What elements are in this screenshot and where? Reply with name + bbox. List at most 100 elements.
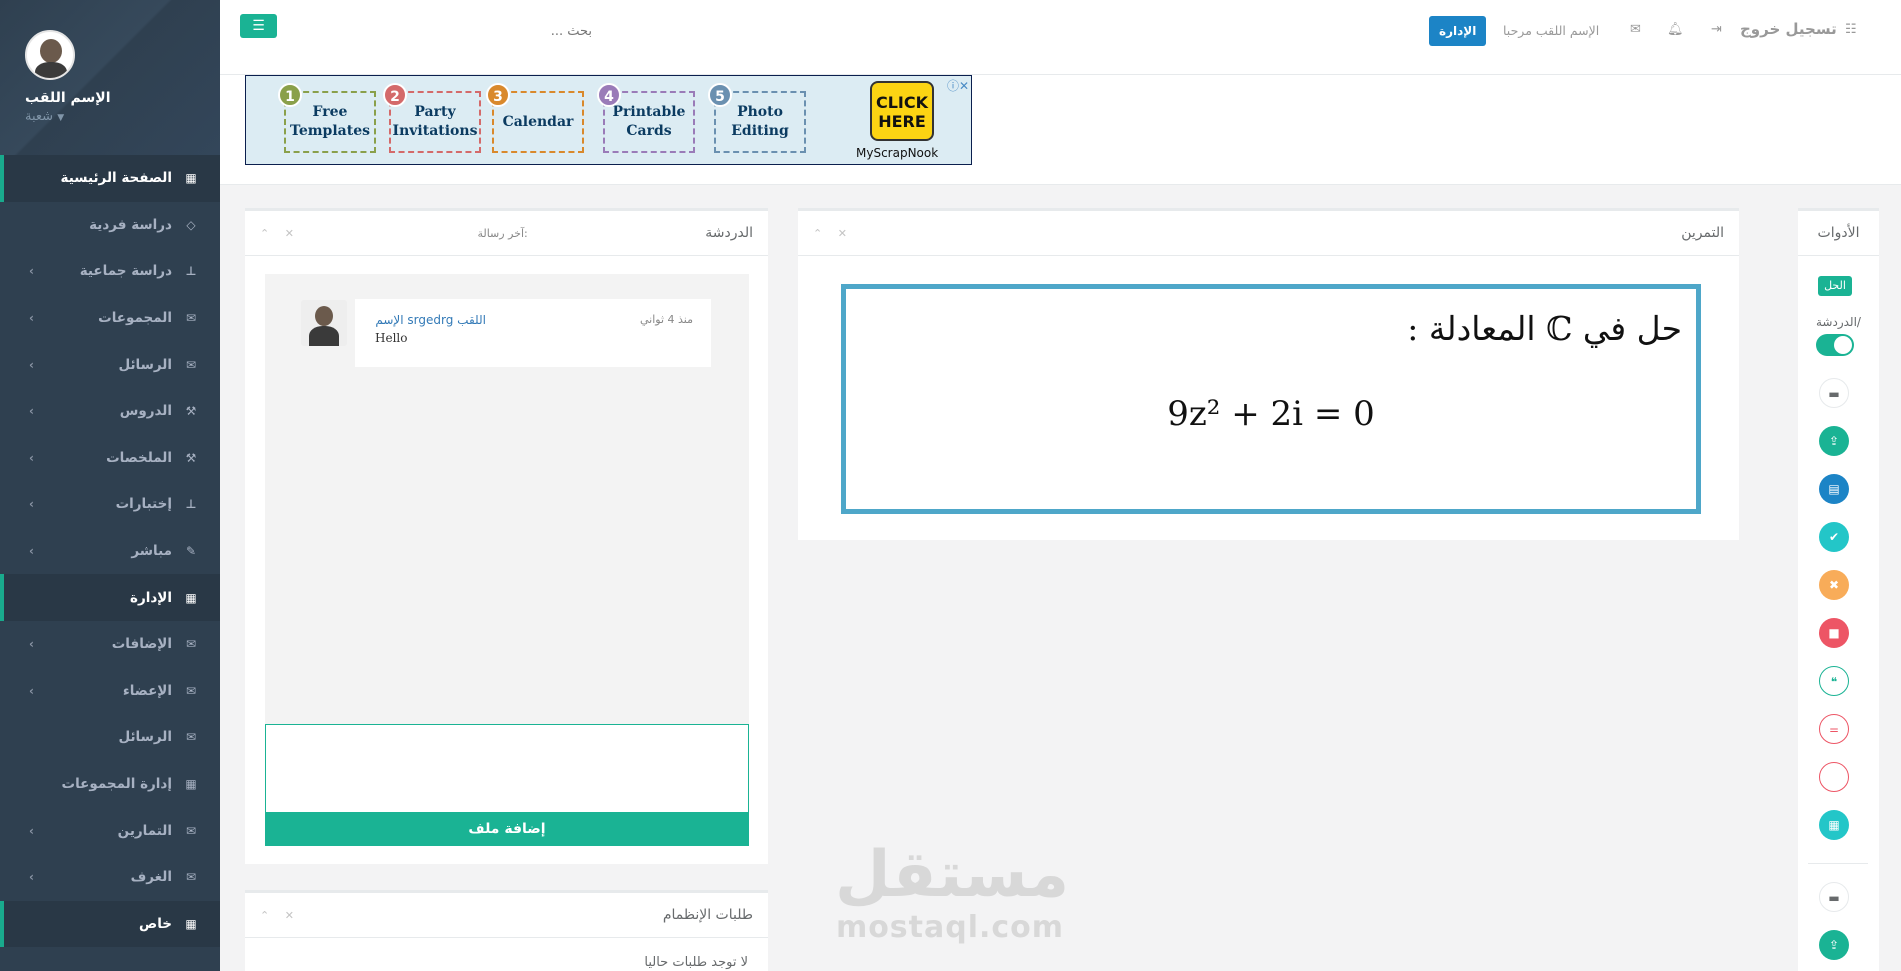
close-icon[interactable]: ✕ <box>838 227 853 240</box>
message-author[interactable]: الإسم srgedrg اللقب <box>375 313 486 327</box>
circle-button[interactable] <box>1819 762 1849 792</box>
ad-card-number: 4 <box>597 83 621 107</box>
join-panel-title: طلبات الإنظمام <box>662 907 753 923</box>
sidebar-item-label: دراسة جماعية <box>79 263 172 280</box>
chevron-left-icon: ‹ <box>29 311 34 326</box>
add-file-button[interactable]: إضافة ملف <box>265 812 749 846</box>
panel-tools[interactable]: ⌃ ✕ <box>813 227 853 240</box>
logout-link[interactable]: تسجيل خروج <box>1740 20 1837 38</box>
menu-toggle-button[interactable]: ☰ <box>240 14 277 38</box>
sidebar-item-label: الغرف <box>130 869 172 886</box>
chevron-up-icon[interactable]: ⌃ <box>260 909 275 922</box>
envelope-icon: ✉ <box>185 730 197 745</box>
upload-button-2[interactable]: ⇪ <box>1819 930 1849 960</box>
archive-button[interactable]: ▬ <box>1819 378 1849 408</box>
message-avatar <box>301 300 347 346</box>
solution-button[interactable]: الحل <box>1818 276 1852 296</box>
chevron-left-icon: ‹ <box>29 357 34 372</box>
last-message-label: آخر رسالة: <box>477 226 528 240</box>
ad-close-icon[interactable]: ⓘ✕ <box>947 77 969 94</box>
chat-toggle-switch[interactable] <box>1816 334 1854 356</box>
exercise-panel-header: ⌃ ✕ التمرين <box>798 211 1739 256</box>
sidebar-item-label: الملخصات <box>106 449 172 466</box>
sidebar-item-label: مباشر <box>131 543 172 560</box>
equals-button[interactable]: = <box>1819 714 1849 744</box>
sidebar-item-tests[interactable]: ‹ إختبارات ⊥ <box>0 481 220 528</box>
exercise-panel-title: التمرين <box>1681 225 1724 241</box>
list-icon[interactable]: ☷ <box>1845 22 1857 37</box>
watermark-latin: mostaql.com <box>835 910 1065 945</box>
sidebar-item-exercises[interactable]: ‹ التمارين ✉ <box>0 807 220 854</box>
sidebar-item-groups[interactable]: ‹ المجموعات ✉ <box>0 295 220 342</box>
upload-icon: ⇪ <box>1828 434 1840 448</box>
bell-icon[interactable]: 🔔︎ <box>1667 22 1684 37</box>
ad-click-button[interactable]: CLICK HERE <box>870 81 934 141</box>
ad-card-number: 2 <box>383 83 407 107</box>
chevron-up-icon[interactable]: ⌃ <box>813 227 828 240</box>
profile-avatar[interactable] <box>25 30 75 80</box>
sidebar: الإسم اللقب شعبة ▼ الصفحة الرئيسية ▦ درا… <box>0 0 220 971</box>
join-panel-header: ⌃ ✕ طلبات الإنظمام <box>245 893 768 938</box>
admin-button[interactable]: الإدارة <box>1429 16 1487 46</box>
th-large-icon: ▦ <box>185 171 197 186</box>
sidebar-item-members[interactable]: ‹ الإعضاء ✉ <box>0 668 220 715</box>
chevron-left-icon: ‹ <box>29 404 34 419</box>
sidebar-item-label: الإعضاء <box>122 682 172 699</box>
caret-down-icon: ▼ <box>57 113 65 123</box>
chevron-left-icon: ‹ <box>29 637 34 652</box>
sidebar-item-group-study[interactable]: ‹ دراسة جماعية ⊥ <box>0 248 220 295</box>
envelope-icon: ✉ <box>185 683 197 698</box>
chat-panel-header: ⌃ ✕ آخر رسالة: الدردشة <box>245 211 768 256</box>
watermark-arabic: مستقل <box>835 838 1070 912</box>
sidebar-item-admin-messages[interactable]: الرسائل ✉ <box>0 714 220 761</box>
envelope-icon: ✉ <box>185 311 197 326</box>
profile-role-dropdown[interactable]: شعبة ▼ <box>25 109 220 124</box>
chat-bubbles-button[interactable]: ❝ <box>1819 666 1849 696</box>
chat-panel-title: الدردشة <box>705 225 753 241</box>
archive-button-2[interactable]: ▬ <box>1819 882 1849 912</box>
close-icon[interactable]: ✕ <box>285 909 300 922</box>
close-icon[interactable]: ✕ <box>285 227 300 240</box>
file-button[interactable]: ▤ <box>1819 474 1849 504</box>
sidebar-item-home[interactable]: الصفحة الرئيسية ▦ <box>0 155 220 202</box>
sidebar-item-label: الرسائل <box>118 729 172 746</box>
sidebar-item-summaries[interactable]: ‹ الملخصات ⚒ <box>0 435 220 482</box>
sidebar-item-live[interactable]: ‹ مباشر ✎ <box>0 528 220 575</box>
panel-tools[interactable]: ⌃ ✕ <box>260 227 300 240</box>
sidebar-item-administration[interactable]: الإدارة ▦ <box>0 574 220 621</box>
check-button[interactable]: ✔ <box>1819 522 1849 552</box>
search-input[interactable] <box>292 20 592 42</box>
chevron-left-icon: ‹ <box>29 544 34 559</box>
calculator-button[interactable]: ▦ <box>1819 810 1849 840</box>
chevron-up-icon[interactable]: ⌃ <box>260 227 275 240</box>
sidebar-item-lessons[interactable]: ‹ الدروس ⚒ <box>0 388 220 435</box>
panel-tools[interactable]: ⌃ ✕ <box>260 909 300 922</box>
envelope-icon: ✉ <box>185 870 197 885</box>
chat-message-input[interactable] <box>265 724 749 813</box>
sidebar-item-rooms[interactable]: ‹ الغرف ✉ <box>0 854 220 901</box>
envelope-icon[interactable]: ✉ <box>1630 22 1641 37</box>
sidebar-item-label: الدروس <box>119 403 172 420</box>
sidebar-item-manage-groups[interactable]: إدارة المجموعات ▦ <box>0 761 220 808</box>
exercise-equation: 9z² + 2i = 0 <box>1167 394 1375 434</box>
sidebar-item-label: خاص <box>139 915 172 932</box>
ad-area: Free Templates 1 Party Invitations 2 Cal… <box>220 75 1901 185</box>
close-button[interactable]: ✖ <box>1819 570 1849 600</box>
message-time: منذ 4 ثواني <box>640 313 694 326</box>
sidebar-item-messages[interactable]: ‹ الرسائل ✉ <box>0 341 220 388</box>
ad-card-number: 5 <box>708 83 732 107</box>
topbar: ☰ الإدارة الإسم اللقب مرحبا ✉ 🔔︎ ⇥ تسجيل… <box>220 0 1901 75</box>
sign-out-icon: ⇥ <box>1711 22 1722 37</box>
sidebar-item-private[interactable]: خاص ▦ <box>0 900 220 948</box>
chevron-left-icon: ‹ <box>29 450 34 465</box>
ad-banner[interactable]: Free Templates 1 Party Invitations 2 Cal… <box>245 75 972 165</box>
sidebar-item-label: المجموعات <box>98 310 172 327</box>
ad-brand: MyScrapNook <box>856 146 939 160</box>
stop-button[interactable]: ■ <box>1819 618 1849 648</box>
sidebar-item-individual-study[interactable]: دراسة فردية ◇ <box>0 202 220 249</box>
chevron-left-icon: ‹ <box>29 870 34 885</box>
sidebar-menu: الصفحة الرئيسية ▦ دراسة فردية ◇ ‹ دراسة … <box>0 155 220 948</box>
sidebar-item-additions[interactable]: ‹ الإضافات ✉ <box>0 621 220 668</box>
upload-button[interactable]: ⇪ <box>1819 426 1849 456</box>
wrench-icon: ⚒ <box>185 404 197 419</box>
